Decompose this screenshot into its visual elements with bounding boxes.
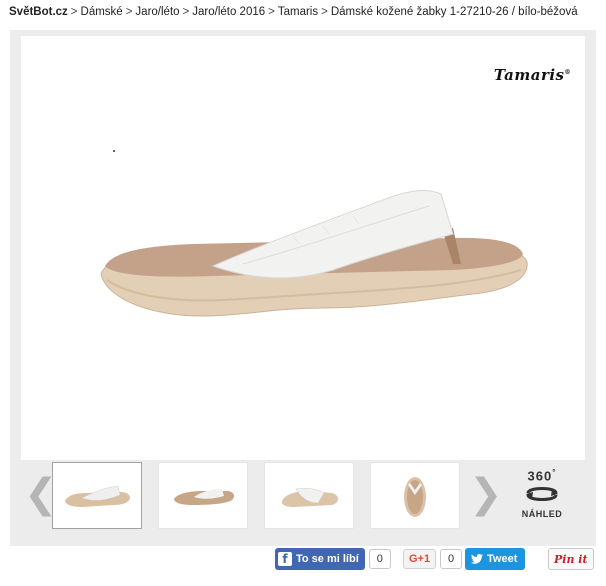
breadcrumb-separator: > bbox=[70, 6, 78, 18]
pin-it-button[interactable]: Pin it bbox=[548, 548, 594, 570]
image-speck bbox=[113, 150, 115, 152]
view-360-button[interactable]: 360° NÁHLED bbox=[512, 468, 572, 519]
pinterest-widget: Pin it bbox=[548, 548, 594, 570]
google-plus-widget: G+1 0 bbox=[403, 548, 463, 570]
breadcrumb-separator: > bbox=[182, 6, 190, 18]
thumbnail-strip: ❮ ❯ 360° NÁHLED bbox=[10, 460, 596, 546]
thumbnail-4[interactable] bbox=[370, 462, 460, 529]
google-plus-count: 0 bbox=[440, 549, 463, 569]
thumbnail-1[interactable] bbox=[52, 462, 142, 529]
view-360-degrees: 360° bbox=[527, 468, 557, 484]
google-plus-button[interactable]: G+1 bbox=[403, 549, 437, 569]
twitter-widget: Tweet bbox=[465, 548, 526, 570]
facebook-like-button[interactable]: f To se mi líbí bbox=[275, 548, 365, 570]
rotate-360-icon bbox=[526, 487, 558, 502]
thumbnail-2[interactable] bbox=[158, 462, 248, 529]
tamaris-logo: Tamaris® bbox=[493, 66, 571, 84]
sandal-front-thumb-icon bbox=[281, 487, 338, 507]
breadcrumb-jaro-leto[interactable]: Jaro/léto bbox=[135, 6, 179, 18]
facebook-like-widget: f To se mi líbí 0 bbox=[275, 548, 391, 570]
product-gallery: Tamaris® ❮ ❯ 360° NÁHLED bbox=[10, 30, 596, 546]
breadcrumb-site[interactable]: SvětBot.cz bbox=[9, 6, 68, 18]
breadcrumb-damske[interactable]: Dámské bbox=[81, 6, 123, 18]
facebook-like-label: To se mi líbí bbox=[296, 553, 359, 565]
breadcrumb-tamaris[interactable]: Tamaris bbox=[278, 6, 318, 18]
breadcrumb: SvětBot.cz > Dámské > Jaro/léto > Jaro/léto 20… bbox=[9, 6, 578, 18]
facebook-like-count: 0 bbox=[368, 549, 391, 569]
thumbnail-3[interactable] bbox=[264, 462, 354, 529]
main-product-image[interactable]: Tamaris® bbox=[21, 36, 585, 460]
sandal-top-thumb-icon bbox=[404, 476, 426, 517]
next-arrow-icon[interactable]: ❯ bbox=[469, 474, 503, 514]
breadcrumb-jaro-leto-2016[interactable]: Jaro/léto 2016 bbox=[192, 6, 265, 18]
breadcrumb-separator: > bbox=[125, 6, 133, 18]
tweet-button[interactable]: Tweet bbox=[465, 548, 526, 570]
twitter-bird-icon bbox=[471, 554, 483, 564]
tweet-label: Tweet bbox=[487, 553, 518, 565]
sandal-side-thumb-icon bbox=[65, 485, 130, 507]
breadcrumb-separator: > bbox=[268, 6, 275, 18]
breadcrumb-separator: > bbox=[321, 6, 328, 18]
breadcrumb-current-product: Dámské kožené žabky 1-27210-26 / bílo-bé… bbox=[330, 6, 578, 18]
sandal-image bbox=[100, 190, 528, 317]
facebook-icon: f bbox=[278, 552, 292, 566]
sandal-rear-thumb-icon bbox=[174, 488, 235, 505]
view-360-label: NÁHLED bbox=[521, 509, 563, 520]
